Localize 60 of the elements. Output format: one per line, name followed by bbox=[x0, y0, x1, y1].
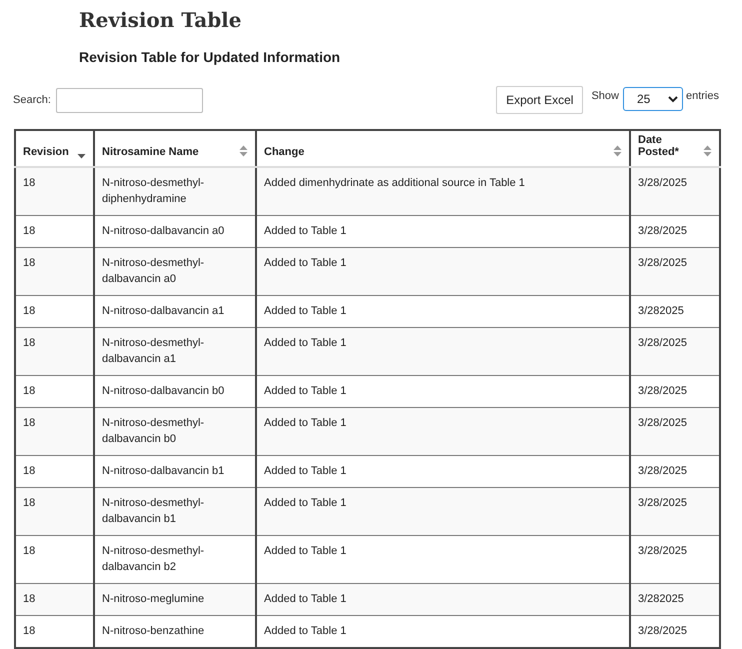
table-cell: 18 bbox=[15, 408, 94, 456]
table-cell: Added to Table 1 bbox=[256, 456, 630, 488]
search-label: Search: bbox=[13, 94, 51, 106]
table-cell: 3/28/2025 bbox=[630, 328, 720, 376]
export-button[interactable]: Export Excel bbox=[496, 86, 584, 114]
table-cell: Added to Table 1 bbox=[256, 488, 630, 536]
table-cell: N-nitroso-dalbavancin b1 bbox=[94, 456, 256, 488]
entries-select[interactable]: 25 bbox=[622, 87, 683, 111]
column-header[interactable]: Change bbox=[256, 130, 630, 167]
table-cell: Added dimenhydrinate as additional source in Table 1 bbox=[256, 167, 630, 216]
table-cell: 18 bbox=[15, 536, 94, 584]
table-cell: 18 bbox=[15, 488, 94, 536]
table-cell: 3/28/2025 bbox=[630, 167, 720, 216]
table-cell: 3/28/2025 bbox=[630, 248, 720, 296]
table-cell: N-nitroso-desmethyl-diphenhydramine bbox=[94, 167, 256, 216]
table-cell: 18 bbox=[15, 248, 94, 296]
chevron-down-icon bbox=[668, 96, 678, 102]
show-label: Show bbox=[591, 90, 619, 102]
table-cell: 3/28/2025 bbox=[630, 408, 720, 456]
table-cell: Added to Table 1 bbox=[256, 328, 630, 376]
table-cell: N-nitroso-meglumine bbox=[94, 584, 256, 616]
table-cell: 3/28/2025 bbox=[630, 488, 720, 536]
table-cell: 3/28/2025 bbox=[630, 456, 720, 488]
table-cell: N-nitroso-desmethyl-dalbavancin a1 bbox=[94, 328, 256, 376]
table-cell: 18 bbox=[15, 456, 94, 488]
table-cell: Added to Table 1 bbox=[256, 376, 630, 408]
search-field[interactable] bbox=[56, 88, 203, 112]
table-cell: N-nitroso-dalbavancin a1 bbox=[94, 296, 256, 328]
table-cell: Added to Table 1 bbox=[256, 296, 630, 328]
column-header[interactable]: Revision bbox=[15, 130, 94, 167]
table-cell: N-nitroso-benzathine bbox=[94, 616, 256, 648]
table-cell: 3/28/2025 bbox=[630, 376, 720, 408]
table-cell: 18 bbox=[15, 616, 94, 648]
table-cell: 18 bbox=[15, 167, 94, 216]
table-cell: 18 bbox=[15, 584, 94, 616]
table-cell: N-nitroso-desmethyl-dalbavancin b0 bbox=[94, 408, 256, 456]
table-cell: 18 bbox=[15, 376, 94, 408]
table-cell: Added to Table 1 bbox=[256, 616, 630, 648]
table-cell: 3/282025 bbox=[630, 296, 720, 328]
table-cell: 3/28/2025 bbox=[630, 216, 720, 248]
section-heading: Revision Table for Updated Information bbox=[79, 48, 342, 66]
table-cell: Added to Table 1 bbox=[256, 216, 630, 248]
page-title: Revision Table bbox=[79, 7, 242, 34]
table-cell: 3/282025 bbox=[630, 584, 720, 616]
table-cell: Added to Table 1 bbox=[256, 248, 630, 296]
table-cell: 18 bbox=[15, 328, 94, 376]
table-cell: N-nitroso-dalbavancin b0 bbox=[94, 376, 256, 408]
table-cell: Added to Table 1 bbox=[256, 408, 630, 456]
table-cell: N-nitroso-desmethyl-dalbavancin b2 bbox=[94, 536, 256, 584]
entries-label: entries bbox=[686, 90, 719, 102]
table-cell: 3/28/2025 bbox=[630, 536, 720, 584]
table-cell: 18 bbox=[15, 216, 94, 248]
table-cell: Added to Table 1 bbox=[256, 584, 630, 616]
table-cell: N-nitroso-desmethyl-dalbavancin a0 bbox=[94, 248, 256, 296]
table-cell: N-nitroso-desmethyl-dalbavancin b1 bbox=[94, 488, 256, 536]
table-cell: 18 bbox=[15, 296, 94, 328]
column-header[interactable]: Nitrosamine Name bbox=[94, 130, 256, 167]
table-cell: 3/28/2025 bbox=[630, 616, 720, 648]
table-cell: Added to Table 1 bbox=[256, 536, 630, 584]
table-cell: N-nitroso-dalbavancin a0 bbox=[94, 216, 256, 248]
